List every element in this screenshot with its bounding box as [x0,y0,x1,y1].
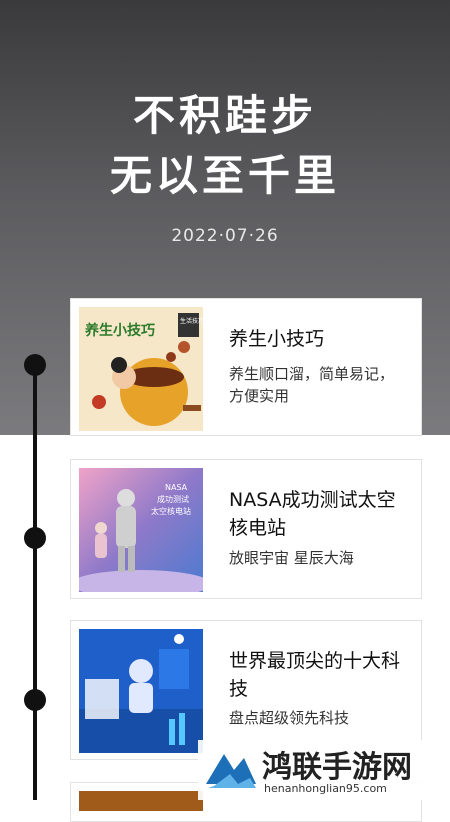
thumb-label: 养生小技巧 [84,322,155,339]
thumbnail-tech [79,629,203,753]
timeline-dot [24,527,46,549]
card-title: 世界最顶尖的十大科技 [229,650,401,700]
thumbnail-nasa: NASA 成功测试 太空核电站 [79,468,203,592]
card-subtitle: 盘点超级领先科技 [229,709,350,727]
thumb-badge: 生活技巧 [180,317,203,325]
card-title: 养生小技巧 [229,328,325,350]
thumbnail-health-tips: 养生小技巧 生活技巧 [79,307,203,431]
watermark-url: henanhonglian95.com [264,782,387,795]
svg-text:成功测试: 成功测试 [157,494,189,504]
hero-line1: 不积跬步 [132,91,317,140]
watermark: 鸿联手游网 henanhonglian95.com [198,740,450,800]
article-card-1[interactable]: 养生小技巧 生活技巧 养生小技巧 养生顺口溜，简单易记，方便实用 [70,298,422,436]
timeline-dot [24,689,46,711]
hero-line2: 无以至千里 [109,151,340,200]
hero-date: 2022·07·26 [171,226,279,246]
thumb-label: NASA [165,483,188,492]
watermark-text: 鸿联手游网 [262,750,412,785]
card-subtitle: 养生顺口溜，简单易记，方便实用 [229,365,395,405]
timeline-dot [24,354,46,376]
article-card-3[interactable]: 世界最顶尖的十大科技 盘点超级领先科技 [70,620,422,760]
card-subtitle: 放眼宇宙 星辰大海 [229,549,354,567]
card-title: NASA成功测试太空核电站 [229,489,396,539]
svg-text:太空核电站: 太空核电站 [151,506,191,516]
watermark-logo-icon [206,754,256,788]
thumbnail-partial [79,791,203,811]
article-card-2[interactable]: NASA 成功测试 太空核电站 NASA成功测试太空核电站 放眼宇宙 星辰大海 [70,459,422,599]
timeline-line [33,358,37,800]
